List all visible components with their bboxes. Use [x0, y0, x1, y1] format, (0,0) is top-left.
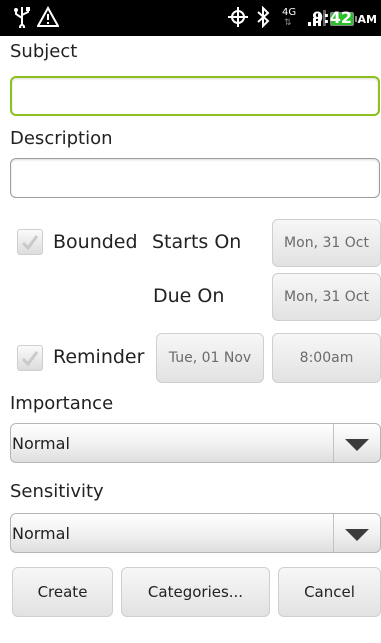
bluetooth-icon	[256, 5, 270, 34]
description-label: Description	[10, 128, 113, 149]
categories-button[interactable]: Categories...	[121, 567, 270, 617]
create-button[interactable]: Create	[12, 567, 113, 617]
chevron-down-icon[interactable]	[344, 438, 370, 452]
warning-icon	[36, 5, 60, 34]
checkmark-icon	[21, 235, 39, 251]
checkmark-icon	[21, 351, 39, 367]
sensitivity-label: Sensitivity	[10, 481, 104, 502]
importance-value: Normal	[12, 434, 70, 453]
sensitivity-select[interactable]: Normal	[10, 513, 381, 553]
reminder-checkbox[interactable]	[17, 345, 43, 371]
reminder-label: Reminder	[53, 346, 145, 368]
gps-icon	[228, 6, 248, 34]
status-bar: 4G ⇅ 9:42 AM	[0, 0, 381, 36]
sensitivity-value: Normal	[12, 524, 70, 543]
description-input[interactable]	[10, 158, 380, 198]
select-divider	[333, 514, 334, 552]
data-arrows-icon: ⇅	[284, 18, 292, 28]
starts-on-date-button[interactable]: Mon, 31 Oct	[272, 219, 381, 267]
network-4g-icon: 4G	[282, 7, 297, 18]
subject-input[interactable]	[10, 76, 380, 116]
usb-icon	[12, 6, 32, 34]
clock-time: 9:42	[312, 8, 352, 27]
importance-label: Importance	[10, 393, 114, 414]
chevron-down-icon[interactable]	[344, 528, 370, 542]
select-divider	[333, 424, 334, 462]
reminder-time-button[interactable]: 8:00am	[272, 333, 381, 383]
subject-label: Subject	[10, 41, 78, 62]
due-on-label: Due On	[153, 285, 225, 307]
bounded-checkbox[interactable]	[17, 229, 43, 255]
bounded-label: Bounded	[53, 231, 138, 253]
clock-ampm: AM	[357, 13, 377, 26]
reminder-date-button[interactable]: Tue, 01 Nov	[156, 333, 264, 383]
cancel-button[interactable]: Cancel	[278, 567, 381, 617]
importance-select[interactable]: Normal	[10, 423, 381, 463]
starts-on-label: Starts On	[152, 231, 242, 253]
clock: 9:42 AM	[312, 8, 377, 30]
due-on-date-button[interactable]: Mon, 31 Oct	[272, 273, 381, 321]
